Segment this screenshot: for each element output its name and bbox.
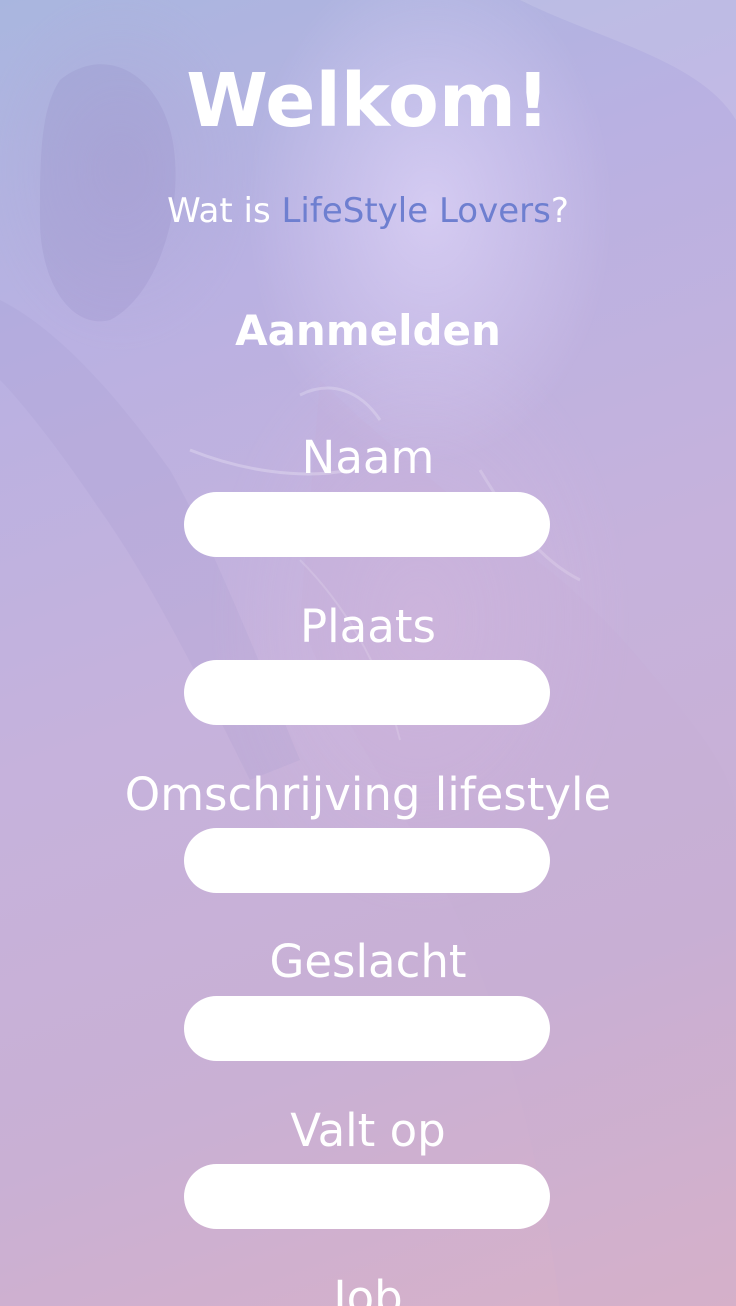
gender-input[interactable]: [184, 996, 550, 1061]
subtitle: Wat is LifeStyle Lovers?: [0, 190, 736, 232]
place-label: Plaats: [300, 600, 436, 653]
signup-heading: Aanmelden: [235, 306, 501, 355]
subtitle-suffix: ?: [550, 191, 569, 231]
brand-link[interactable]: LifeStyle Lovers: [281, 191, 550, 231]
signup-page: Welkom! Wat is LifeStyle Lovers? Aanmeld…: [0, 0, 736, 1306]
attracted-to-label: Valt op: [290, 1104, 446, 1157]
lifestyle-description-label: Omschrijving lifestyle: [124, 768, 612, 821]
name-input[interactable]: [184, 492, 550, 557]
subtitle-prefix: Wat is: [167, 191, 282, 231]
attracted-to-input[interactable]: [184, 1164, 550, 1229]
page-title: Welkom!: [186, 58, 550, 144]
gender-label: Geslacht: [269, 935, 467, 988]
lifestyle-description-input[interactable]: [184, 828, 550, 893]
name-label: Naam: [301, 431, 435, 484]
place-input[interactable]: [184, 660, 550, 725]
job-label: Job: [333, 1271, 403, 1306]
